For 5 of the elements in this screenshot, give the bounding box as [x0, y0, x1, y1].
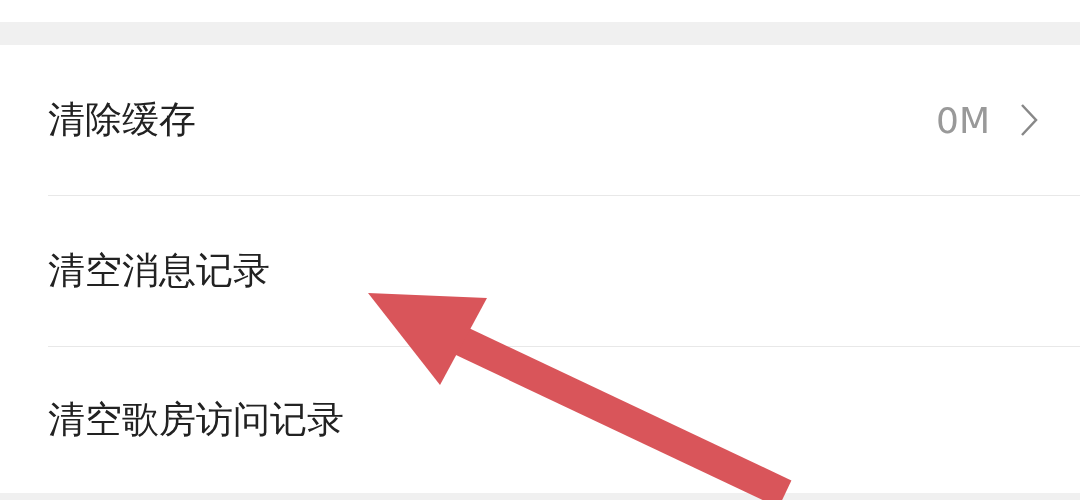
cache-size: 0M: [936, 99, 990, 141]
setting-label[interactable]: 清除缓存: [48, 95, 937, 145]
chevron-icon: [1020, 103, 1038, 137]
setting-label[interactable]: 清空消息记录: [48, 246, 1038, 296]
setting-label[interactable]: 清空歌房访问记录: [48, 395, 1038, 445]
